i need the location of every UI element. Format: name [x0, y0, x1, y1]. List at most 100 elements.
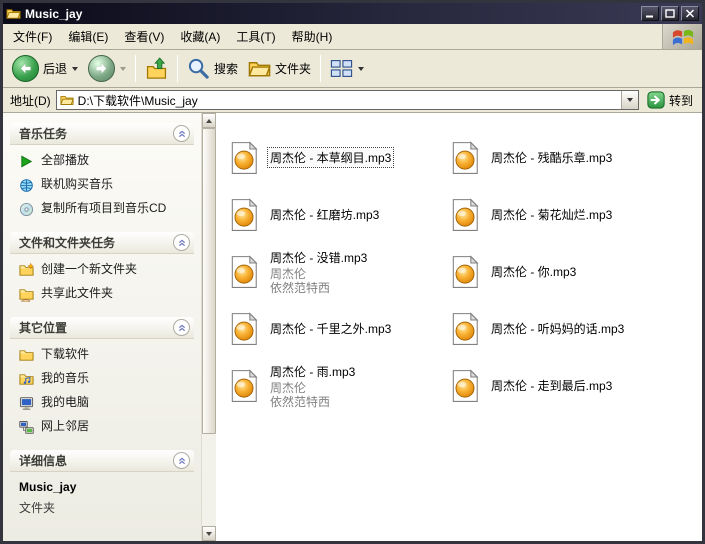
file-name: 周杰伦 - 听妈妈的话.mp3 [489, 319, 626, 338]
task-share-folder[interactable]: 共享此文件夹 [19, 286, 192, 302]
file-tile[interactable]: 周杰伦 - 没错.mp3 周杰伦 依然范特西 [227, 243, 448, 300]
up-button[interactable] [141, 55, 172, 82]
scroll-up-button[interactable] [202, 113, 216, 128]
file-name: 周杰伦 - 雨.mp3 [268, 362, 357, 381]
scroll-down-icon [206, 532, 212, 536]
file-tile[interactable]: 周杰伦 - 走到最后.mp3 [448, 357, 702, 414]
search-label: 搜索 [214, 60, 238, 77]
section-music-tasks: 音乐任务 全部播放 联机购买音乐 复制所有项目到音乐CD [10, 123, 194, 219]
address-folder-icon [60, 93, 74, 107]
file-tile[interactable]: 周杰伦 - 残酷乐章.mp3 [448, 129, 702, 186]
back-dropdown-icon [72, 67, 78, 71]
section-header-file-tasks[interactable]: 文件和文件夹任务 [10, 232, 194, 254]
file-tile[interactable]: 周杰伦 - 红磨坊.mp3 [227, 186, 448, 243]
file-tile[interactable]: 周杰伦 - 千里之外.mp3 [227, 300, 448, 357]
section-header-details[interactable]: 详细信息 [10, 450, 194, 472]
minimize-icon [645, 9, 655, 18]
go-button[interactable]: 转到 [644, 90, 698, 110]
file-tile[interactable]: 周杰伦 - 本草纲目.mp3 [227, 129, 448, 186]
folders-label: 文件夹 [275, 60, 311, 77]
place-label: 下载软件 [41, 347, 89, 363]
play-all-icon [19, 154, 34, 169]
collapse-chevron-icon[interactable] [173, 319, 190, 336]
section-header-music-tasks[interactable]: 音乐任务 [10, 123, 194, 145]
address-label: 地址(D) [10, 92, 51, 109]
forward-button[interactable] [84, 53, 130, 84]
music-folder-icon [19, 372, 34, 387]
task-new-folder[interactable]: 创建一个新文件夹 [19, 262, 192, 278]
section-body: 创建一个新文件夹 共享此文件夹 [10, 254, 194, 304]
menu-view[interactable]: 查看(V) [116, 24, 172, 49]
search-button[interactable]: 搜索 [183, 55, 242, 82]
file-artist: 周杰伦 [268, 381, 357, 395]
toolbar-separator [135, 55, 136, 82]
details-folder-name: Music_jay [19, 480, 192, 494]
chevron-down-icon [627, 98, 633, 102]
main-area: 音乐任务 全部播放 联机购买音乐 复制所有项目到音乐CD [3, 113, 702, 541]
scrollbar-thumb[interactable] [202, 128, 216, 434]
copy-to-cd-icon [19, 202, 34, 217]
section-header-other-places[interactable]: 其它位置 [10, 317, 194, 339]
task-label: 全部播放 [41, 153, 89, 169]
windows-logo [662, 24, 702, 49]
place-download-folder[interactable]: 下载软件 [19, 347, 192, 363]
toolbar-separator [320, 55, 321, 82]
collapse-chevron-icon[interactable] [173, 452, 190, 469]
menu-edit[interactable]: 编辑(E) [60, 24, 116, 49]
forward-icon [88, 55, 115, 82]
mp3-file-icon [448, 369, 482, 403]
back-label: 后退 [43, 60, 67, 77]
up-folder-icon [145, 57, 168, 80]
window-title: Music_jay [25, 7, 637, 21]
address-input[interactable]: D:\下载软件\Music_jay [56, 90, 639, 110]
file-tile[interactable]: 周杰伦 - 听妈妈的话.mp3 [448, 300, 702, 357]
task-copy-to-cd[interactable]: 复制所有项目到音乐CD [19, 201, 192, 217]
sidebar-scrollbar[interactable] [201, 113, 216, 541]
place-my-computer[interactable]: 我的电脑 [19, 395, 192, 411]
place-my-music[interactable]: 我的音乐 [19, 371, 192, 387]
file-tile[interactable]: 周杰伦 - 菊花灿烂.mp3 [448, 186, 702, 243]
task-label: 联机购买音乐 [41, 177, 113, 193]
go-icon [647, 91, 665, 109]
place-network[interactable]: 网上邻居 [19, 419, 192, 435]
task-play-all[interactable]: 全部播放 [19, 153, 192, 169]
maximize-icon [665, 9, 675, 18]
computer-icon [19, 396, 34, 411]
task-shop-music-online[interactable]: 联机购买音乐 [19, 177, 192, 193]
menu-help[interactable]: 帮助(H) [284, 24, 341, 49]
menu-tools[interactable]: 工具(T) [228, 24, 283, 49]
scrollbar-track[interactable] [202, 128, 216, 526]
new-folder-icon [19, 263, 34, 278]
mp3-file-icon [448, 255, 482, 289]
mp3-file-icon [448, 198, 482, 232]
collapse-chevron-icon[interactable] [173, 125, 190, 142]
menu-file[interactable]: 文件(F) [5, 24, 60, 49]
folders-icon [248, 57, 271, 80]
task-label: 共享此文件夹 [41, 286, 113, 302]
file-tile[interactable]: 周杰伦 - 雨.mp3 周杰伦 依然范特西 [227, 357, 448, 414]
close-button[interactable] [681, 6, 699, 21]
back-button[interactable]: 后退 [8, 53, 82, 84]
place-label: 我的音乐 [41, 371, 89, 387]
search-icon [187, 57, 210, 80]
back-icon [12, 55, 39, 82]
maximize-button[interactable] [661, 6, 679, 21]
address-dropdown-button[interactable] [621, 91, 638, 109]
section-file-tasks: 文件和文件夹任务 创建一个新文件夹 共享此文件夹 [10, 232, 194, 304]
collapse-chevron-icon[interactable] [173, 234, 190, 251]
network-icon [19, 420, 34, 435]
menu-favorites[interactable]: 收藏(A) [172, 24, 228, 49]
scroll-down-button[interactable] [202, 526, 216, 541]
folders-button[interactable]: 文件夹 [244, 55, 315, 82]
minimize-button[interactable] [641, 6, 659, 21]
share-folder-icon [19, 287, 34, 302]
file-tile[interactable]: 周杰伦 - 你.mp3 [448, 243, 702, 300]
address-bar: 地址(D) D:\下载软件\Music_jay 转到 [3, 88, 702, 113]
file-name: 周杰伦 - 千里之外.mp3 [268, 319, 393, 338]
views-button[interactable] [326, 55, 368, 82]
section-body: Music_jay 文件夹 [10, 472, 194, 518]
mp3-file-icon [448, 141, 482, 175]
task-label: 复制所有项目到音乐CD [41, 201, 166, 217]
views-dropdown-icon [358, 67, 364, 71]
folder-icon [19, 348, 34, 363]
